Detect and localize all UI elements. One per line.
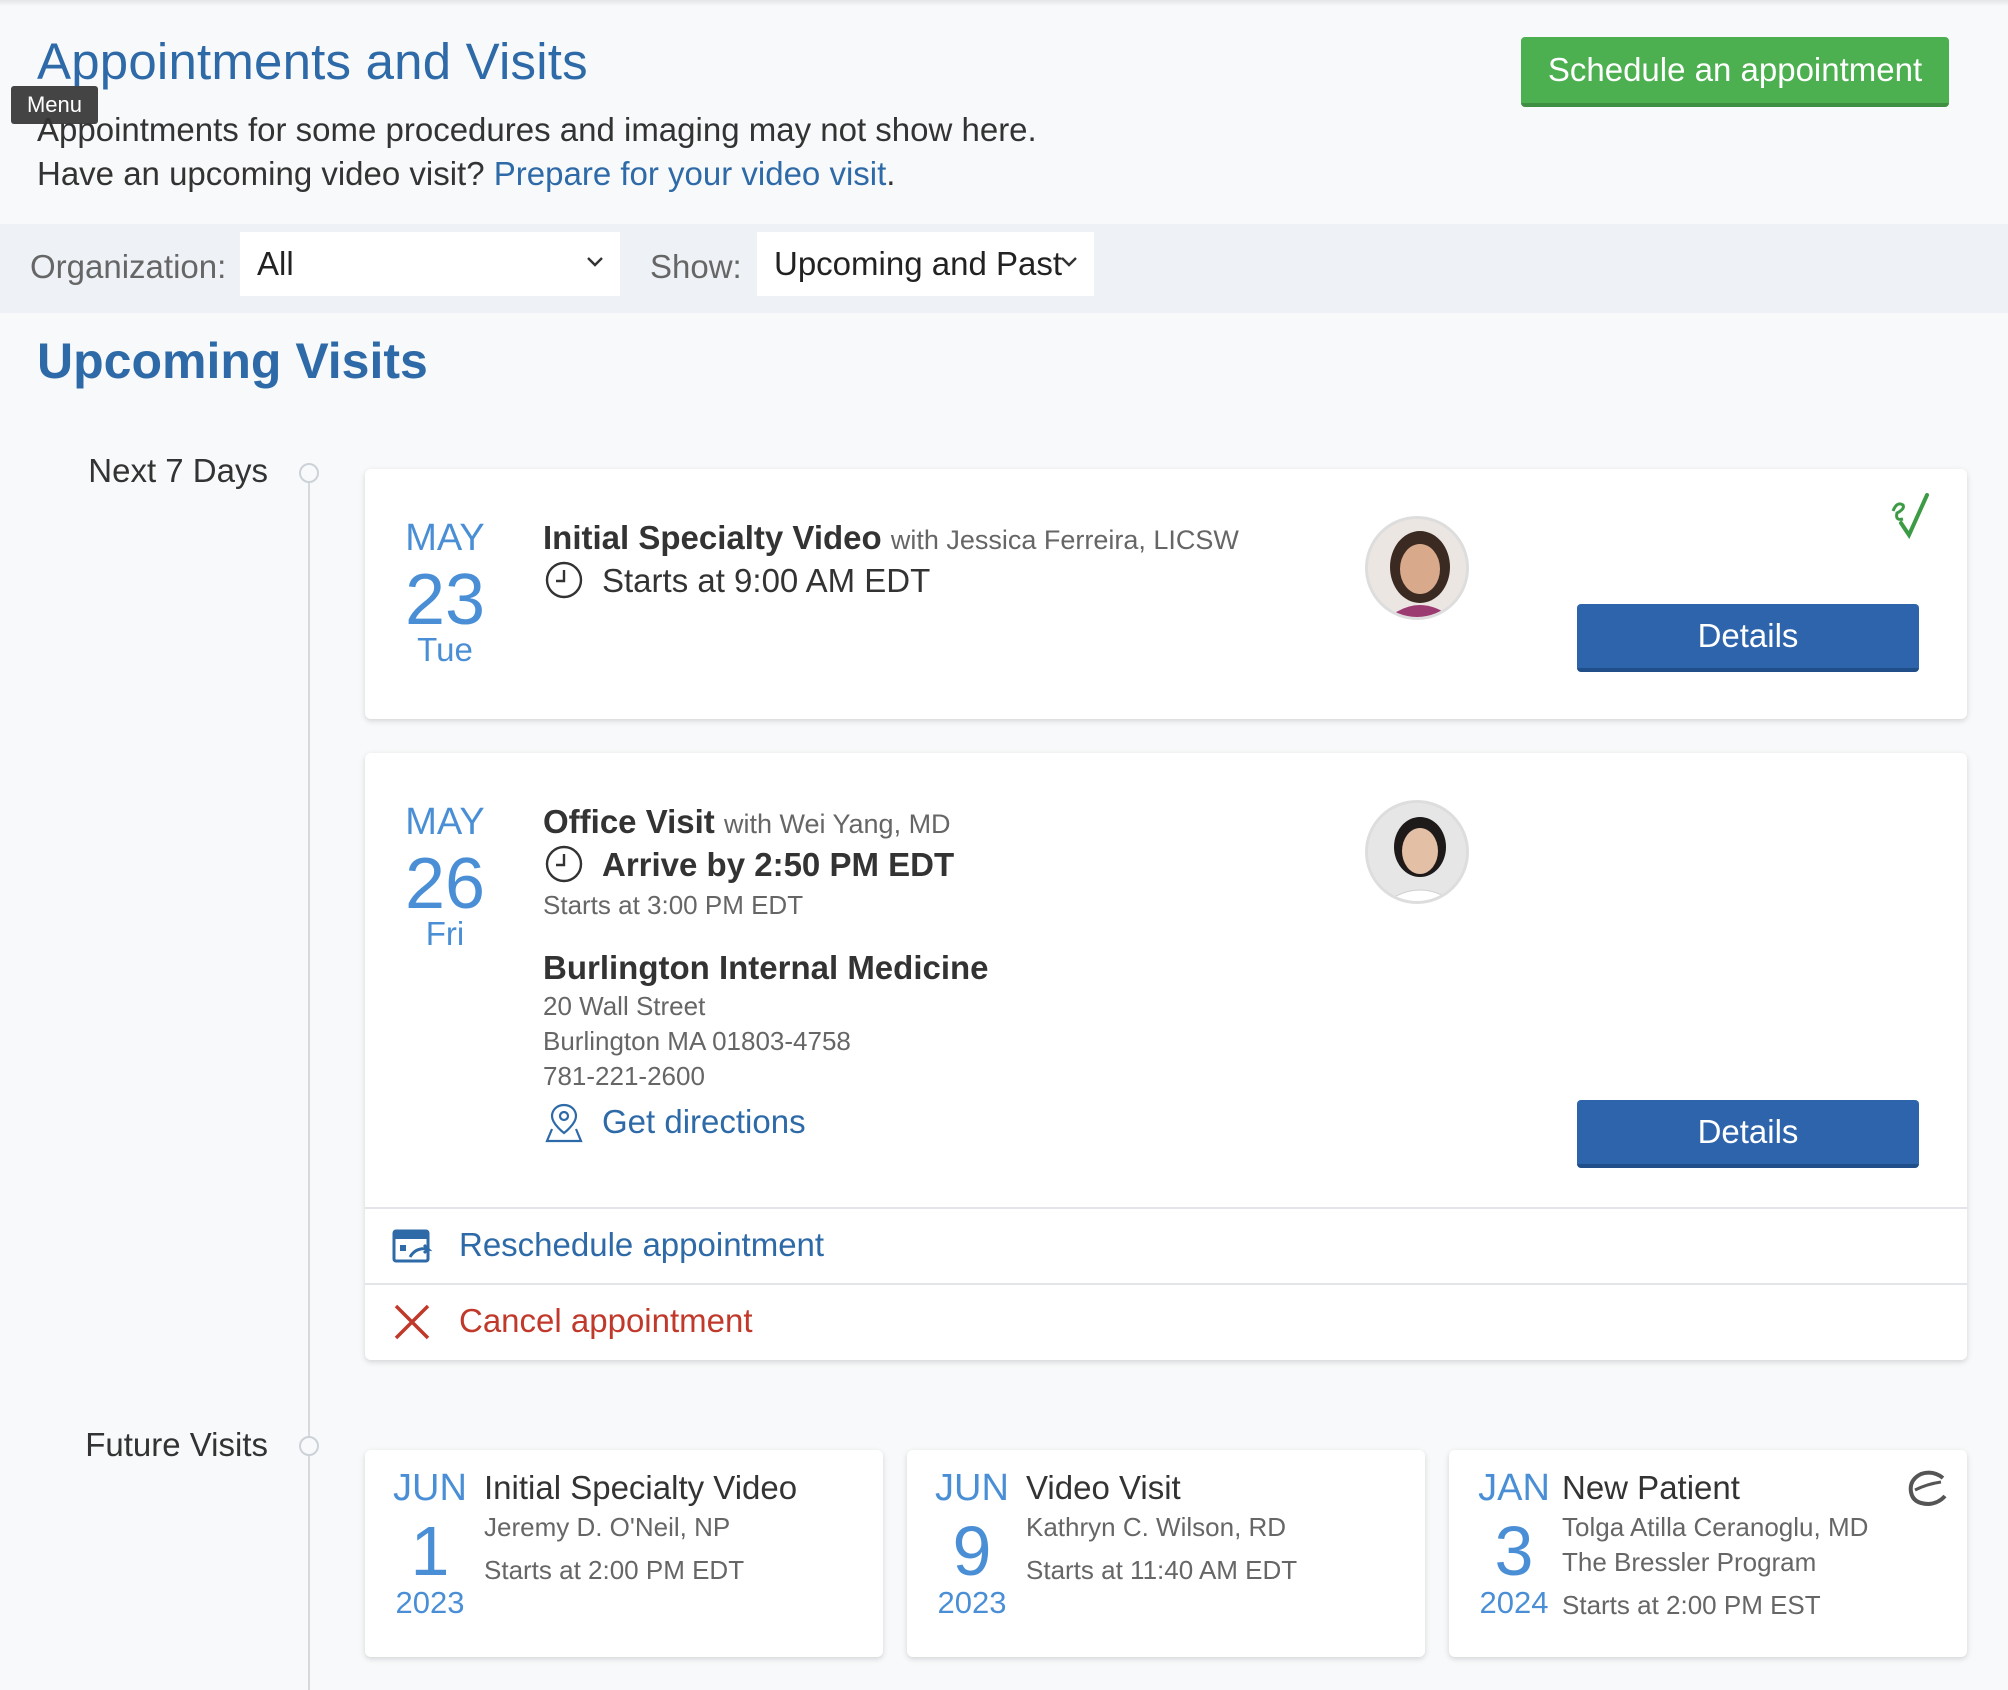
cancel-link[interactable]: Cancel appointment bbox=[459, 1302, 753, 1340]
chevron-down-icon bbox=[1061, 257, 1077, 267]
visit-title: Office Visit with Wei Yang, MD bbox=[543, 803, 951, 841]
external-org-logo-icon bbox=[1908, 1470, 1947, 1507]
phone-number[interactable]: 781-221-2600 bbox=[543, 1061, 705, 1092]
details-button[interactable]: Details bbox=[1577, 1100, 1919, 1168]
visit-time: Starts at 11:40 AM EDT bbox=[1026, 1555, 1298, 1585]
visit-month: MAY bbox=[405, 801, 485, 843]
visit-title: Initial Specialty Video with Jessica Fer… bbox=[543, 519, 1239, 557]
video-suffix: . bbox=[886, 155, 896, 192]
visit-year: 2023 bbox=[937, 1585, 1007, 1620]
organization-value: All bbox=[257, 245, 294, 282]
visit-weekday: Tue bbox=[417, 631, 473, 668]
visit-provider: with Jessica Ferreira, LICSW bbox=[890, 525, 1239, 555]
visit-card[interactable]: MAY 26 Fri Office Visit with Wei Yang, M… bbox=[365, 753, 1967, 1360]
visit-type: Office Visit bbox=[543, 803, 715, 840]
address-line-2: Burlington MA 01803-4758 bbox=[543, 1026, 851, 1056]
visit-provider: Kathryn C. Wilson, RD bbox=[1026, 1512, 1287, 1542]
reschedule-row[interactable]: Reschedule appointment bbox=[365, 1207, 1967, 1281]
timeline-dot bbox=[299, 463, 319, 483]
details-button[interactable]: Details bbox=[1577, 604, 1919, 672]
timeline-dot bbox=[299, 1436, 319, 1456]
visit-provider: Tolga Atilla Ceranoglu, MD bbox=[1562, 1512, 1869, 1542]
chevron-down-icon bbox=[587, 257, 603, 267]
top-shadow bbox=[0, 0, 2008, 6]
intro-text: Appointments for some procedures and ima… bbox=[37, 108, 1037, 196]
future-visit-card[interactable]: JAN 3 2024 New Patient Tolga Atilla Cera… bbox=[1449, 1450, 1967, 1657]
schedule-appointment-button[interactable]: Schedule an appointment bbox=[1521, 37, 1949, 107]
reschedule-link[interactable]: Reschedule appointment bbox=[459, 1226, 824, 1264]
provider-photo-icon bbox=[1368, 803, 1466, 901]
timeline-line bbox=[308, 472, 310, 1690]
organization-select[interactable]: All bbox=[240, 232, 620, 296]
visit-weekday: Fri bbox=[425, 915, 465, 952]
page-title: Appointments and Visits bbox=[37, 33, 588, 90]
video-prompt-line: Have an upcoming video visit? Prepare fo… bbox=[37, 152, 1037, 196]
provider-photo-icon bbox=[1368, 519, 1466, 617]
future-visit-card[interactable]: JUN 9 2023 Video Visit Kathryn C. Wilson… bbox=[907, 1450, 1425, 1657]
visit-provider: with Wei Yang, MD bbox=[723, 809, 951, 839]
address-line-1: 20 Wall Street bbox=[543, 991, 706, 1021]
show-select[interactable]: Upcoming and Past bbox=[757, 232, 1094, 296]
filter-bar: Organization: All Show: Upcoming and Pas… bbox=[0, 224, 2008, 313]
show-label: Show: bbox=[650, 248, 742, 285]
visit-month: MAY bbox=[405, 517, 485, 559]
visit-time: Starts at 2:00 PM EST bbox=[1562, 1590, 1821, 1620]
arrive-time: Arrive by 2:50 PM EDT bbox=[602, 846, 955, 883]
visit-year: 2024 bbox=[1479, 1585, 1549, 1620]
provider-avatar bbox=[1365, 516, 1469, 620]
upcoming-visits-title: Upcoming Visits bbox=[37, 333, 428, 389]
visit-type: Initial Specialty Video bbox=[543, 519, 882, 556]
visit-time: Starts at 2:00 PM EDT bbox=[484, 1555, 745, 1585]
reschedule-calendar-icon bbox=[392, 1229, 433, 1263]
visit-title: Initial Specialty Video bbox=[484, 1469, 798, 1506]
visit-card[interactable]: MAY 23 Tue Initial Specialty Video with … bbox=[365, 469, 1967, 719]
echeckin-checkmark-icon bbox=[1891, 493, 1929, 540]
video-prompt: Have an upcoming video visit? bbox=[37, 155, 485, 192]
show-value: Upcoming and Past bbox=[774, 245, 1062, 282]
provider-avatar bbox=[1365, 800, 1469, 904]
visit-title: Video Visit bbox=[1026, 1469, 1181, 1506]
visit-day: 23 bbox=[404, 560, 486, 640]
map-pin-icon bbox=[545, 1103, 583, 1143]
cancel-x-icon bbox=[394, 1304, 430, 1340]
clock-icon bbox=[545, 845, 583, 883]
visit-month: JUN bbox=[393, 1467, 467, 1509]
future-visit-card[interactable]: JUN 1 2023 Initial Specialty Video Jerem… bbox=[365, 1450, 883, 1657]
visit-day: 9 bbox=[952, 1512, 992, 1590]
get-directions-link[interactable]: Get directions bbox=[602, 1103, 806, 1141]
visit-time: Starts at 9:00 AM EDT bbox=[602, 562, 931, 599]
visit-day: 3 bbox=[1494, 1512, 1534, 1590]
cancel-row[interactable]: Cancel appointment bbox=[365, 1283, 1967, 1357]
organization-label: Organization: bbox=[30, 248, 227, 285]
start-time: Starts at 3:00 PM EDT bbox=[543, 890, 804, 920]
visit-department: The Bressler Program bbox=[1562, 1547, 1817, 1577]
future-visits-label: Future Visits bbox=[85, 1426, 268, 1463]
visit-day: 1 bbox=[410, 1512, 450, 1590]
visit-month: JAN bbox=[1478, 1467, 1550, 1509]
visit-day: 26 bbox=[404, 844, 486, 924]
visit-month: JUN bbox=[935, 1467, 1009, 1509]
visit-provider: Jeremy D. O'Neil, NP bbox=[484, 1512, 731, 1542]
next-7-days-label: Next 7 Days bbox=[88, 452, 268, 489]
visit-year: 2023 bbox=[395, 1585, 465, 1620]
clock-icon bbox=[545, 561, 583, 599]
visit-title: New Patient bbox=[1562, 1469, 1740, 1506]
location-name: Burlington Internal Medicine bbox=[543, 949, 989, 986]
notice-text: Appointments for some procedures and ima… bbox=[37, 111, 1037, 148]
prepare-video-visit-link[interactable]: Prepare for your video visit bbox=[494, 155, 887, 192]
